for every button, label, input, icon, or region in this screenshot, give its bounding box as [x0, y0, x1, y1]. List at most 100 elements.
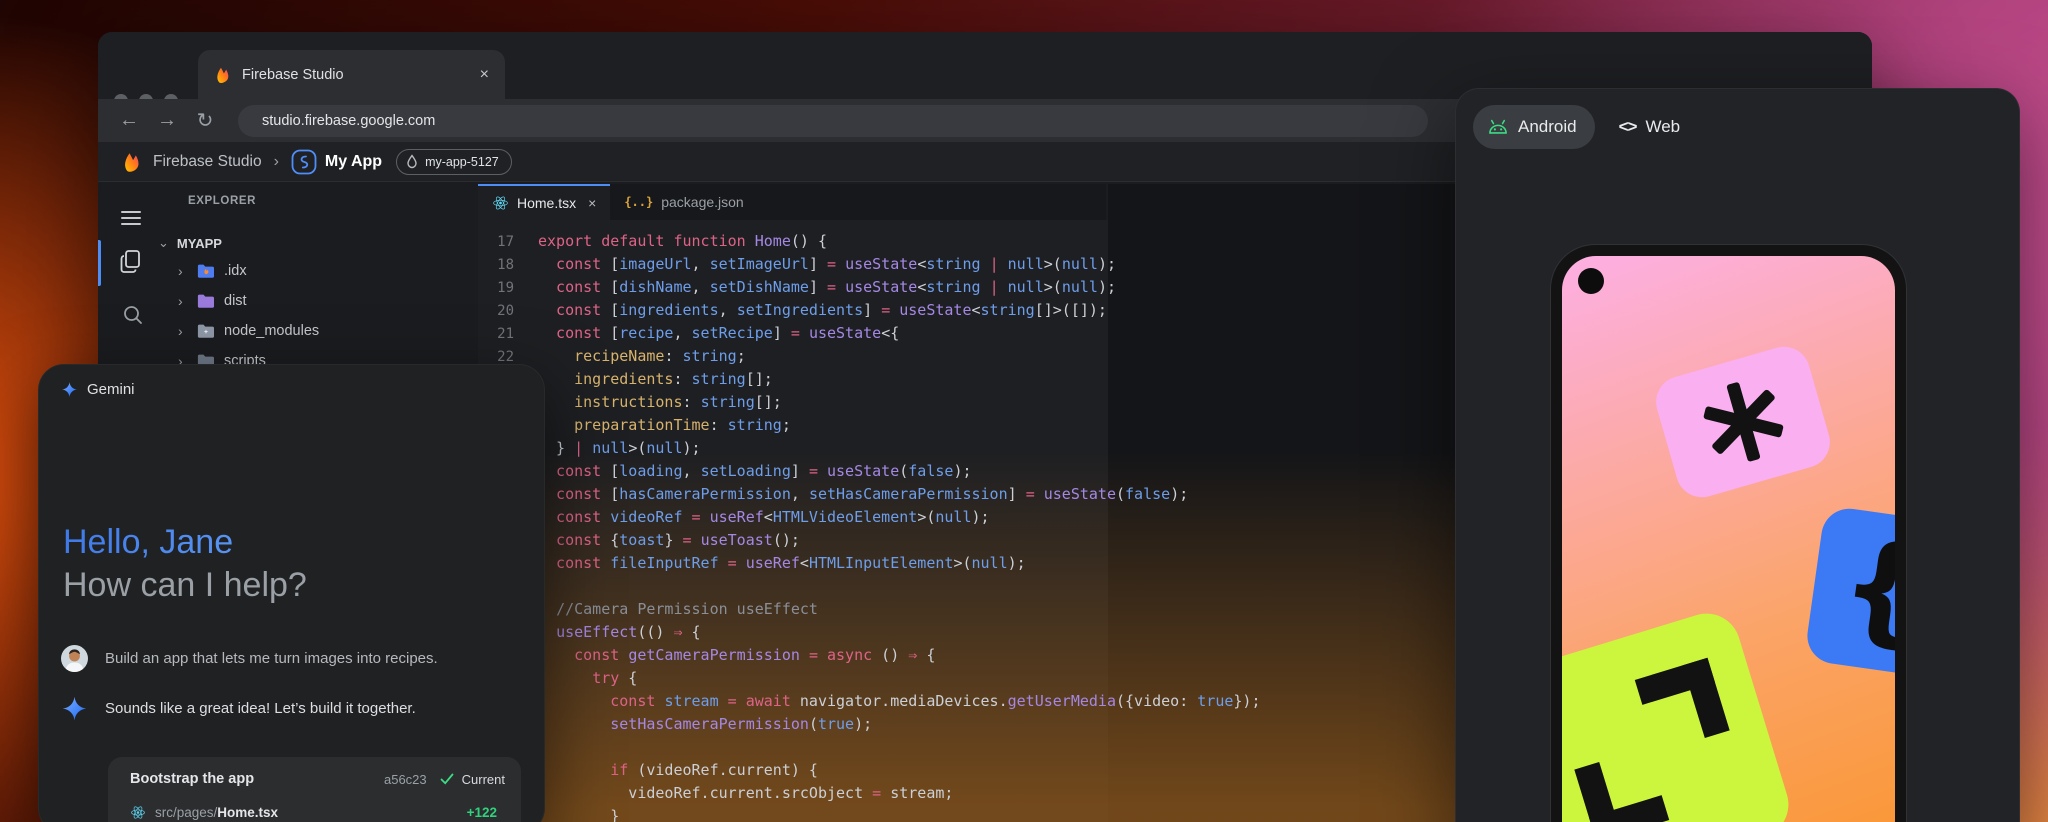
code-line: 40 if (videoRef.current) {	[478, 761, 1261, 784]
active-view-indicator	[98, 240, 101, 286]
react-icon	[492, 195, 509, 211]
user-message-text: Build an app that lets me turn images in…	[105, 650, 438, 667]
bootstrap-task-card[interactable]: Bootstrap the app a56c23 Current src/pag…	[108, 757, 521, 822]
code-line: 21 const [recipe, setRecipe] = useState<…	[478, 324, 1261, 347]
app-name[interactable]: My App	[325, 153, 382, 171]
tab-close-icon[interactable]: ×	[588, 195, 596, 211]
editor-tab-bar: Home.tsx × {..} package.json	[478, 184, 1106, 220]
code-line: 19 const [dishName, setDishName] = useSt…	[478, 278, 1261, 301]
reload-icon[interactable]: ↻	[186, 108, 224, 133]
code-line: 36 try {	[478, 669, 1261, 692]
code-line: 34 useEffect(() ⇒ {	[478, 623, 1261, 646]
gemini-star-icon	[61, 695, 88, 722]
device-preview-panel: Android <> Web {	[1455, 88, 2020, 822]
editor-tab-label: package.json	[661, 194, 744, 210]
breadcrumb-separator: ›	[274, 153, 279, 171]
url-text: studio.firebase.google.com	[262, 113, 435, 129]
code-editor[interactable]: 17export default function Home() {18 con…	[478, 232, 1261, 822]
gemini-panel: Gemini Hello, Jane How can I help? Build…	[38, 364, 545, 822]
code-line: 37 const stream = await navigator.mediaD…	[478, 692, 1261, 715]
lime-bracket-tile	[1562, 605, 1797, 822]
gemini-title: Gemini	[87, 381, 135, 398]
user-avatar	[61, 645, 88, 672]
browser-tab[interactable]: Firebase Studio ×	[198, 50, 505, 99]
status-badge: Current	[462, 772, 505, 787]
explorer-title: EXPLORER	[188, 195, 256, 207]
gemini-header: Gemini	[61, 381, 135, 398]
code-line: 33 //Camera Permission useEffect	[478, 600, 1261, 623]
toggle-web[interactable]: <> Web	[1619, 117, 1681, 137]
toggle-android-label: Android	[1518, 117, 1577, 137]
chevron-right-icon: ›	[178, 293, 188, 309]
stage: Firebase Studio × ← → ↻ studio.firebase.…	[0, 0, 2048, 822]
prototyper-app-icon[interactable]	[291, 149, 317, 175]
toggle-android[interactable]: Android	[1473, 105, 1595, 149]
greeting-name: Hello, Jane	[63, 521, 307, 564]
file-tree-item-label: node_modules	[224, 323, 319, 339]
file-tree-item[interactable]: › dist	[178, 289, 247, 313]
code-line: 23 ingredients: string[];	[478, 370, 1261, 393]
folder-icon	[197, 293, 215, 309]
root-folder-label: MYAPP	[177, 236, 222, 251]
code-line: 42 }	[478, 807, 1261, 822]
search-icon[interactable]	[122, 304, 144, 326]
changed-file-path: src/pages/Home.tsx	[155, 805, 458, 820]
greeting-question: How can I help?	[63, 564, 307, 607]
code-line: 31 const fileInputRef = useRef<HTMLInput…	[478, 554, 1261, 577]
code-line: 27 const [loading, setLoading] = useStat…	[478, 462, 1261, 485]
asterisk-icon	[1691, 370, 1795, 474]
gemini-star-icon	[61, 381, 78, 398]
code-line: 17export default function Home() {	[478, 232, 1261, 255]
file-tree-item[interactable]: › .idx	[178, 259, 247, 283]
editor-tab-package-json[interactable]: {..} package.json	[610, 184, 757, 220]
brand-title[interactable]: Firebase Studio	[153, 153, 262, 171]
code-line: 30 const {toast} = useToast();	[478, 531, 1261, 554]
tab-close-icon[interactable]: ×	[480, 66, 489, 84]
diff-added-count: +122	[467, 805, 497, 820]
code-line: 22 recipeName: string;	[478, 347, 1261, 370]
chevron-right-icon: ›	[178, 263, 188, 279]
code-line: 20 const [ingredients, setIngredients] =…	[478, 301, 1261, 324]
gemini-greeting: Hello, Jane How can I help?	[63, 521, 307, 607]
editor-tab-label: Home.tsx	[517, 195, 576, 211]
file-tree-item-label: .idx	[224, 263, 247, 279]
back-icon[interactable]: ←	[110, 109, 148, 132]
explorer-files-icon[interactable]	[119, 249, 143, 275]
code-brackets-icon: <>	[1619, 117, 1637, 137]
file-tree-item[interactable]: › node_modules	[178, 319, 319, 343]
code-line: 41 videoRef.current.srcObject = stream;	[478, 784, 1261, 807]
code-line: 28 const [hasCameraPermission, setHasCam…	[478, 485, 1261, 508]
braces-icon: {..}	[624, 195, 653, 209]
code-line: 24 instructions: string[];	[478, 393, 1261, 416]
platform-toggle: Android <> Web	[1473, 105, 1680, 149]
file-tree-item-label: dist	[224, 293, 247, 309]
android-icon	[1487, 117, 1509, 137]
forward-icon[interactable]: →	[148, 109, 186, 132]
folder-icon	[197, 263, 215, 279]
blue-brace-tile: {	[1804, 505, 1895, 679]
react-icon	[130, 805, 146, 820]
bracket-corner-icon	[1574, 747, 1669, 822]
code-line: 26 } | null>(null);	[478, 439, 1261, 462]
address-bar[interactable]: studio.firebase.google.com	[238, 105, 1428, 137]
workspace-badge[interactable]: my-app-5127	[396, 149, 512, 175]
file-tree-root[interactable]: ⌄ MYAPP	[158, 235, 222, 251]
chevron-down-icon: ⌄	[158, 235, 169, 251]
commit-hash: a56c23	[384, 772, 427, 787]
check-icon	[439, 771, 455, 787]
workspace-badge-label: my-app-5127	[425, 155, 499, 169]
task-card-title: Bootstrap the app	[130, 771, 384, 787]
gemini-message-text: Sounds like a great idea! Let’s build it…	[105, 700, 416, 717]
droplet-icon	[405, 154, 419, 169]
editor-tab-home[interactable]: Home.tsx ×	[478, 184, 610, 220]
chat-message-user: Build an app that lets me turn images in…	[61, 645, 438, 672]
code-line: 25 preparationTime: string;	[478, 416, 1261, 439]
pink-asterisk-tile	[1650, 341, 1836, 504]
firebase-flame-icon	[214, 66, 232, 84]
code-line: 38 setHasCameraPermission(true);	[478, 715, 1261, 738]
menu-icon[interactable]	[121, 207, 141, 229]
chevron-right-icon: ›	[178, 323, 188, 339]
curly-brace-icon: {	[1834, 524, 1895, 653]
firebase-flame-icon	[121, 150, 143, 174]
code-line: 32	[478, 577, 1261, 600]
